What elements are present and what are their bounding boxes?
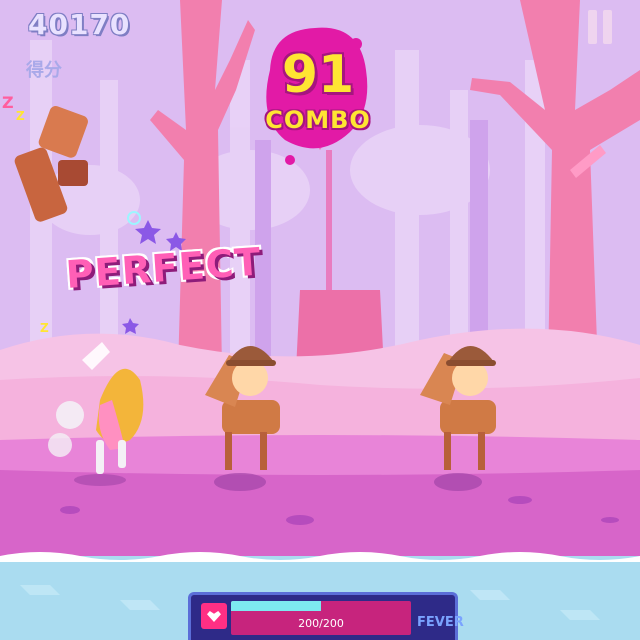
score-label: 得分 <box>26 60 62 81</box>
fever-meter: 200/200 FEVER <box>188 592 464 640</box>
fever-label: FEVER <box>417 615 464 630</box>
combo-number: 91 <box>281 45 355 105</box>
score-value: 40170 <box>28 8 131 41</box>
combo-label: COMBO <box>265 106 371 134</box>
pause-icon <box>588 10 597 44</box>
combo-counter: 91 COMBO <box>264 26 372 166</box>
fever-fill <box>231 601 321 611</box>
game-screen: Z Z Z 40170 得分 91 COMBO PERFECT 200/200 … <box>0 0 640 640</box>
svg-text:Z: Z <box>2 93 14 112</box>
pause-button[interactable] <box>588 10 614 44</box>
svg-text:Z: Z <box>16 109 25 123</box>
fever-value: 200/200 <box>298 617 344 630</box>
pause-icon-bar <box>603 10 612 44</box>
svg-text:Z: Z <box>40 321 49 335</box>
heart-icon <box>201 603 227 629</box>
